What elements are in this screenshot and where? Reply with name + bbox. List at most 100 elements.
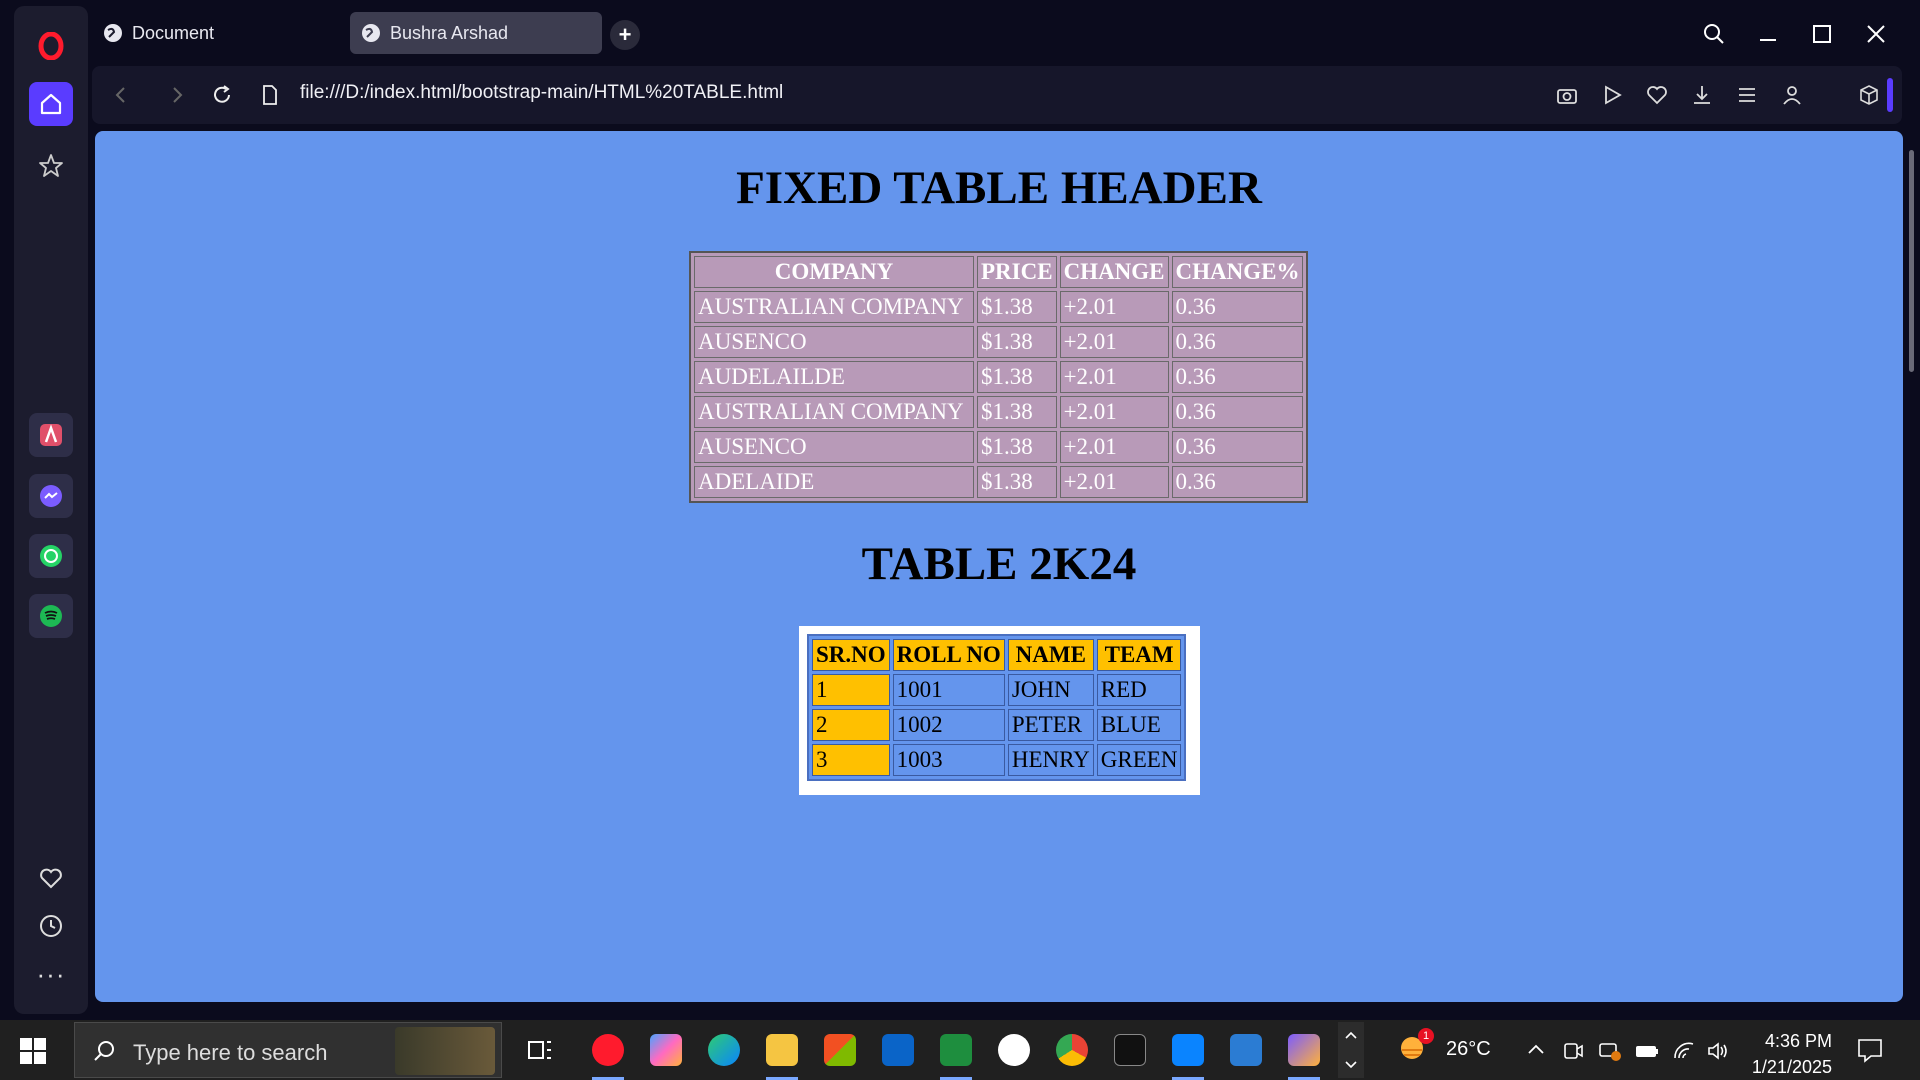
taskbar-copilot-icon[interactable]	[644, 1028, 688, 1072]
taskbar-terminal-icon[interactable]	[1108, 1028, 1152, 1072]
table-cell: 0.36	[1171, 326, 1304, 358]
taskbar-file-explorer-icon[interactable]	[760, 1028, 804, 1080]
windows-start-icon[interactable]	[20, 1038, 46, 1064]
play-icon[interactable]	[1597, 80, 1627, 110]
table-cell: $1.38	[977, 466, 1057, 498]
table-cell: +2.01	[1059, 466, 1169, 498]
search-icon[interactable]	[1694, 14, 1734, 54]
clock-date: 1/21/2025	[1751, 1057, 1832, 1077]
browser-sidebar: ···	[14, 6, 88, 1014]
search-highlight-image	[395, 1027, 495, 1075]
column-header: PRICE	[977, 256, 1057, 288]
page-title: FIXED TABLE HEADER	[736, 162, 1262, 214]
settings-sliders-icon[interactable]	[1732, 80, 1762, 110]
task-view-icon[interactable]	[518, 1028, 562, 1072]
table-cell: 0.36	[1171, 466, 1304, 498]
network-alert-icon[interactable]	[1598, 1040, 1622, 1067]
taskbar-store-icon[interactable]	[818, 1028, 862, 1072]
stock-table: COMPANY PRICE CHANGE CHANGE% AUSTRALIAN …	[689, 251, 1309, 503]
student-table-container: SR.NO ROLL NO NAME TEAM 1 1001 JOHN RED …	[799, 626, 1200, 795]
search-icon	[94, 1041, 114, 1061]
taskbar-opera-icon[interactable]	[586, 1028, 630, 1080]
table-row: 1 1001 JOHN RED	[812, 674, 1182, 706]
table-cell: RED	[1096, 674, 1182, 706]
taskbar-vscode-icon[interactable]	[1166, 1028, 1210, 1080]
table-cell: 1002	[892, 709, 1005, 741]
battery-icon[interactable]	[1634, 1040, 1660, 1067]
taskbar-search-box[interactable]: Type here to search	[74, 1022, 502, 1078]
taskbar-chrome-icon[interactable]	[1050, 1028, 1094, 1072]
notification-icon[interactable]	[1856, 1036, 1884, 1069]
download-icon[interactable]	[1687, 80, 1717, 110]
aria-icon[interactable]	[29, 413, 73, 457]
table-cell: AUSENCO	[694, 326, 974, 358]
url-text[interactable]: file:///D:/index.html/bootstrap-main/HTM…	[300, 82, 783, 104]
table-cell: $1.38	[977, 326, 1057, 358]
table-row: AUSTRALIAN COMPANY $1.38 +2.01 0.36	[694, 291, 1304, 323]
back-icon[interactable]	[106, 80, 136, 110]
star-icon[interactable]	[29, 144, 73, 188]
table-cell: 0.36	[1171, 431, 1304, 463]
table-cell: 1003	[892, 744, 1005, 776]
table-cell: ADELAIDE	[694, 466, 974, 498]
whatsapp-icon[interactable]	[29, 534, 73, 578]
heart-icon[interactable]	[29, 856, 73, 900]
volume-icon[interactable]	[1706, 1040, 1730, 1067]
camera-icon[interactable]	[1552, 80, 1582, 110]
tab-document[interactable]: Document	[92, 12, 332, 54]
close-icon[interactable]	[1856, 14, 1896, 54]
file-icon	[255, 80, 285, 110]
minimize-icon[interactable]	[1748, 14, 1788, 54]
wifi-icon[interactable]	[1672, 1040, 1696, 1067]
column-header: COMPANY	[694, 256, 974, 288]
opera-logo-icon[interactable]	[29, 24, 73, 68]
taskbar-photos-icon[interactable]	[1282, 1028, 1326, 1080]
table-cell: +2.01	[1059, 431, 1169, 463]
tab-label: Bushra Arshad	[390, 22, 509, 43]
table-cell: +2.01	[1059, 361, 1169, 393]
table-row: 3 1003 HENRY GREEN	[812, 744, 1182, 776]
system-clock[interactable]: 4:36 PM 1/21/2025	[1740, 1028, 1832, 1080]
taskbar-github-icon[interactable]	[992, 1028, 1036, 1072]
home-icon[interactable]	[29, 82, 73, 126]
history-icon[interactable]	[29, 904, 73, 948]
tab-bushra-arshad[interactable]: Bushra Arshad	[350, 12, 602, 54]
new-tab-button[interactable]: +	[610, 20, 640, 50]
table-cell: +2.01	[1059, 291, 1169, 323]
meet-now-icon[interactable]	[1562, 1040, 1584, 1067]
taskbar-sync-icon[interactable]	[1224, 1028, 1268, 1072]
table-cell: $1.38	[977, 431, 1057, 463]
windows-taskbar: Type here to search 1 26°C 4:36 PM 1/21/…	[0, 1020, 1920, 1080]
maximize-icon[interactable]	[1802, 14, 1842, 54]
tray-overflow-icon[interactable]	[1526, 1040, 1546, 1065]
table-row: AUDELAILDE $1.38 +2.01 0.36	[694, 361, 1304, 393]
column-header: NAME	[1007, 639, 1094, 671]
table-cell: $1.38	[977, 396, 1057, 428]
column-header: SR.NO	[812, 639, 890, 671]
taskbar-outlook-icon[interactable]	[876, 1028, 920, 1072]
column-header: ROLL NO	[892, 639, 1005, 671]
profile-icon[interactable]	[1777, 80, 1807, 110]
scrollbar-thumb[interactable]	[1909, 150, 1914, 372]
table-cell: GREEN	[1096, 744, 1182, 776]
taskbar-scroll-arrows[interactable]	[1338, 1022, 1364, 1078]
forward-icon[interactable]	[162, 80, 192, 110]
heart-icon[interactable]	[1642, 80, 1672, 110]
taskbar-edge-icon[interactable]	[702, 1028, 746, 1072]
more-icon[interactable]: ···	[29, 952, 73, 996]
clock-time: 4:36 PM	[1764, 1031, 1832, 1051]
table-cell: AUDELAILDE	[694, 361, 974, 393]
spotify-icon[interactable]	[29, 594, 73, 638]
sidebar-toggle-indicator[interactable]	[1887, 78, 1893, 112]
weather-icon[interactable]: 1	[1398, 1028, 1434, 1064]
table-cell: 0.36	[1171, 396, 1304, 428]
table-cell: $1.38	[977, 361, 1057, 393]
taskbar-classroom-icon[interactable]	[934, 1028, 978, 1080]
messenger-icon[interactable]	[29, 474, 73, 518]
weather-temperature[interactable]: 26°C	[1446, 1038, 1491, 1061]
reload-icon[interactable]	[207, 80, 237, 110]
table-cell: AUSTRALIAN COMPANY	[694, 396, 974, 428]
search-placeholder: Type here to search	[133, 1040, 328, 1065]
column-header: CHANGE%	[1171, 256, 1304, 288]
student-table: SR.NO ROLL NO NAME TEAM 1 1001 JOHN RED …	[807, 634, 1187, 781]
